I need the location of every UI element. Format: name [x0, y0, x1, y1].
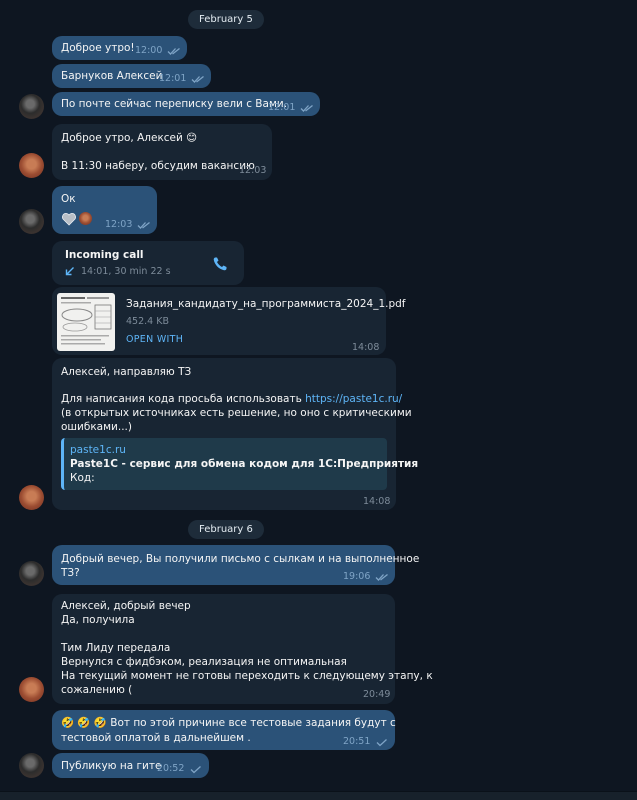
call-title: Incoming call: [65, 249, 144, 261]
double-check-icon: [300, 104, 313, 112]
avatar[interactable]: [19, 209, 44, 234]
avatar[interactable]: [19, 153, 44, 178]
message-outgoing[interactable]: Добрый вечер, Вы получили письмо с сылка…: [52, 545, 419, 585]
message-text: тестовой оплатой в дальнейшем .: [61, 732, 251, 744]
avatar[interactable]: [19, 94, 44, 119]
message-time: 12:03: [105, 219, 133, 230]
file-message[interactable]: Задания_кандидату_на_программиста_2024_1…: [52, 287, 406, 355]
avatar[interactable]: [19, 677, 44, 702]
message-text: Тим Лиду передала: [61, 642, 171, 654]
message-time: 14:08: [363, 496, 391, 507]
message-incoming[interactable]: Алексей, направляю ТЗ Для написания кода…: [52, 358, 418, 510]
double-check-icon: [137, 221, 150, 229]
preview-description: Код:: [70, 472, 95, 484]
message-text: сожалению (: [61, 684, 133, 696]
message-text: В 11:30 наберу, обсудим вакансию: [61, 160, 255, 172]
message-text: Да, получила: [61, 614, 135, 626]
message-outgoing[interactable]: По почте сейчас переписку вели с Вами. 1…: [52, 92, 320, 116]
message-time: 12:03: [239, 165, 267, 176]
message-outgoing[interactable]: Доброе утро! 12:00: [52, 36, 187, 60]
incoming-arrow-icon: [65, 267, 74, 276]
file-name: Задания_кандидату_на_программиста_2024_1…: [126, 298, 406, 310]
link-preview[interactable]: paste1c.ru Paste1C - сервис для обмена к…: [61, 438, 418, 490]
double-check-icon: [167, 47, 180, 55]
avatar: [79, 212, 92, 225]
message-time: 12:00: [135, 45, 163, 56]
phone-icon[interactable]: [212, 256, 228, 272]
message-text: Доброе утро, Алексей 😊: [61, 132, 198, 144]
message-text: Для написания кода просьба использовать …: [61, 393, 402, 406]
message-time: 14:08: [352, 342, 380, 353]
message-time: 20:51: [343, 736, 371, 747]
message-text: Вернулся с фидбэком, реализация не оптим…: [61, 656, 347, 668]
paste1c-link[interactable]: https://paste1c.ru/: [305, 393, 402, 405]
message-outgoing[interactable]: 🤣 🤣 🤣 Вот по этой причине все тестовые з…: [52, 710, 396, 750]
date-separator-feb5: February 5: [188, 10, 264, 29]
message-time: 20:52: [157, 763, 185, 774]
preview-title: Paste1C - сервис для обмена кодом для 1С…: [70, 458, 419, 470]
message-text: (в открытых источниках есть решение, но …: [61, 407, 412, 419]
avatar[interactable]: [19, 561, 44, 586]
message-text-part: Для написания кода просьба использовать: [61, 393, 306, 405]
message-outgoing[interactable]: Публикую на гите 20:52: [52, 753, 209, 778]
message-text: ТЗ?: [61, 567, 80, 579]
message-text: 🤣 🤣 🤣 Вот по этой причине все тестовые з…: [61, 717, 396, 729]
message-time: 20:49: [363, 689, 391, 700]
call-details: 14:01, 30 min 22 s: [81, 266, 171, 277]
date-separator-feb6: February 6: [188, 520, 264, 539]
message-text: Публикую на гите: [61, 760, 162, 772]
message-text: ошибками...): [61, 421, 132, 433]
incoming-call-message[interactable]: Incoming call 14:01, 30 min 22 s: [52, 241, 244, 285]
message-text: Доброе утро!: [61, 42, 135, 54]
message-text: Алексей, направляю ТЗ: [61, 366, 192, 378]
single-check-icon: [376, 739, 387, 747]
single-check-icon: [190, 766, 201, 774]
file-size: 452.4 KB: [126, 316, 169, 327]
message-time: 12:01: [268, 102, 296, 113]
heart-sticker-icon: [62, 213, 76, 226]
message-text: Добрый вечер, Вы получили письмо с сылка…: [61, 553, 420, 565]
message-outgoing[interactable]: Барнуков Алексей 12:01: [52, 64, 211, 88]
message-incoming[interactable]: Доброе утро, Алексей 😊 В 11:30 наберу, о…: [52, 124, 272, 180]
message-text: Барнуков Алексей: [61, 70, 163, 82]
double-check-icon: [375, 573, 388, 581]
double-check-icon: [191, 75, 204, 83]
message-outgoing[interactable]: Ок 12:03: [52, 186, 157, 234]
pdf-thumbnail-icon[interactable]: [57, 293, 115, 351]
message-time: 19:06: [343, 571, 371, 582]
message-text: Алексей, добрый вечер: [61, 600, 191, 612]
message-incoming[interactable]: Алексей, добрый вечер Да, получила Тим Л…: [52, 594, 433, 704]
message-text: Ок: [61, 193, 76, 205]
message-text: По почте сейчас переписку вели с Вами.: [61, 98, 288, 110]
preview-site: paste1c.ru: [70, 444, 126, 456]
avatar[interactable]: [19, 753, 44, 778]
message-text: На текущий момент не готовы переходить к…: [61, 670, 433, 682]
avatar[interactable]: [19, 485, 44, 510]
open-with-button[interactable]: OPEN WITH: [126, 333, 183, 346]
message-time: 12:01: [159, 73, 187, 84]
